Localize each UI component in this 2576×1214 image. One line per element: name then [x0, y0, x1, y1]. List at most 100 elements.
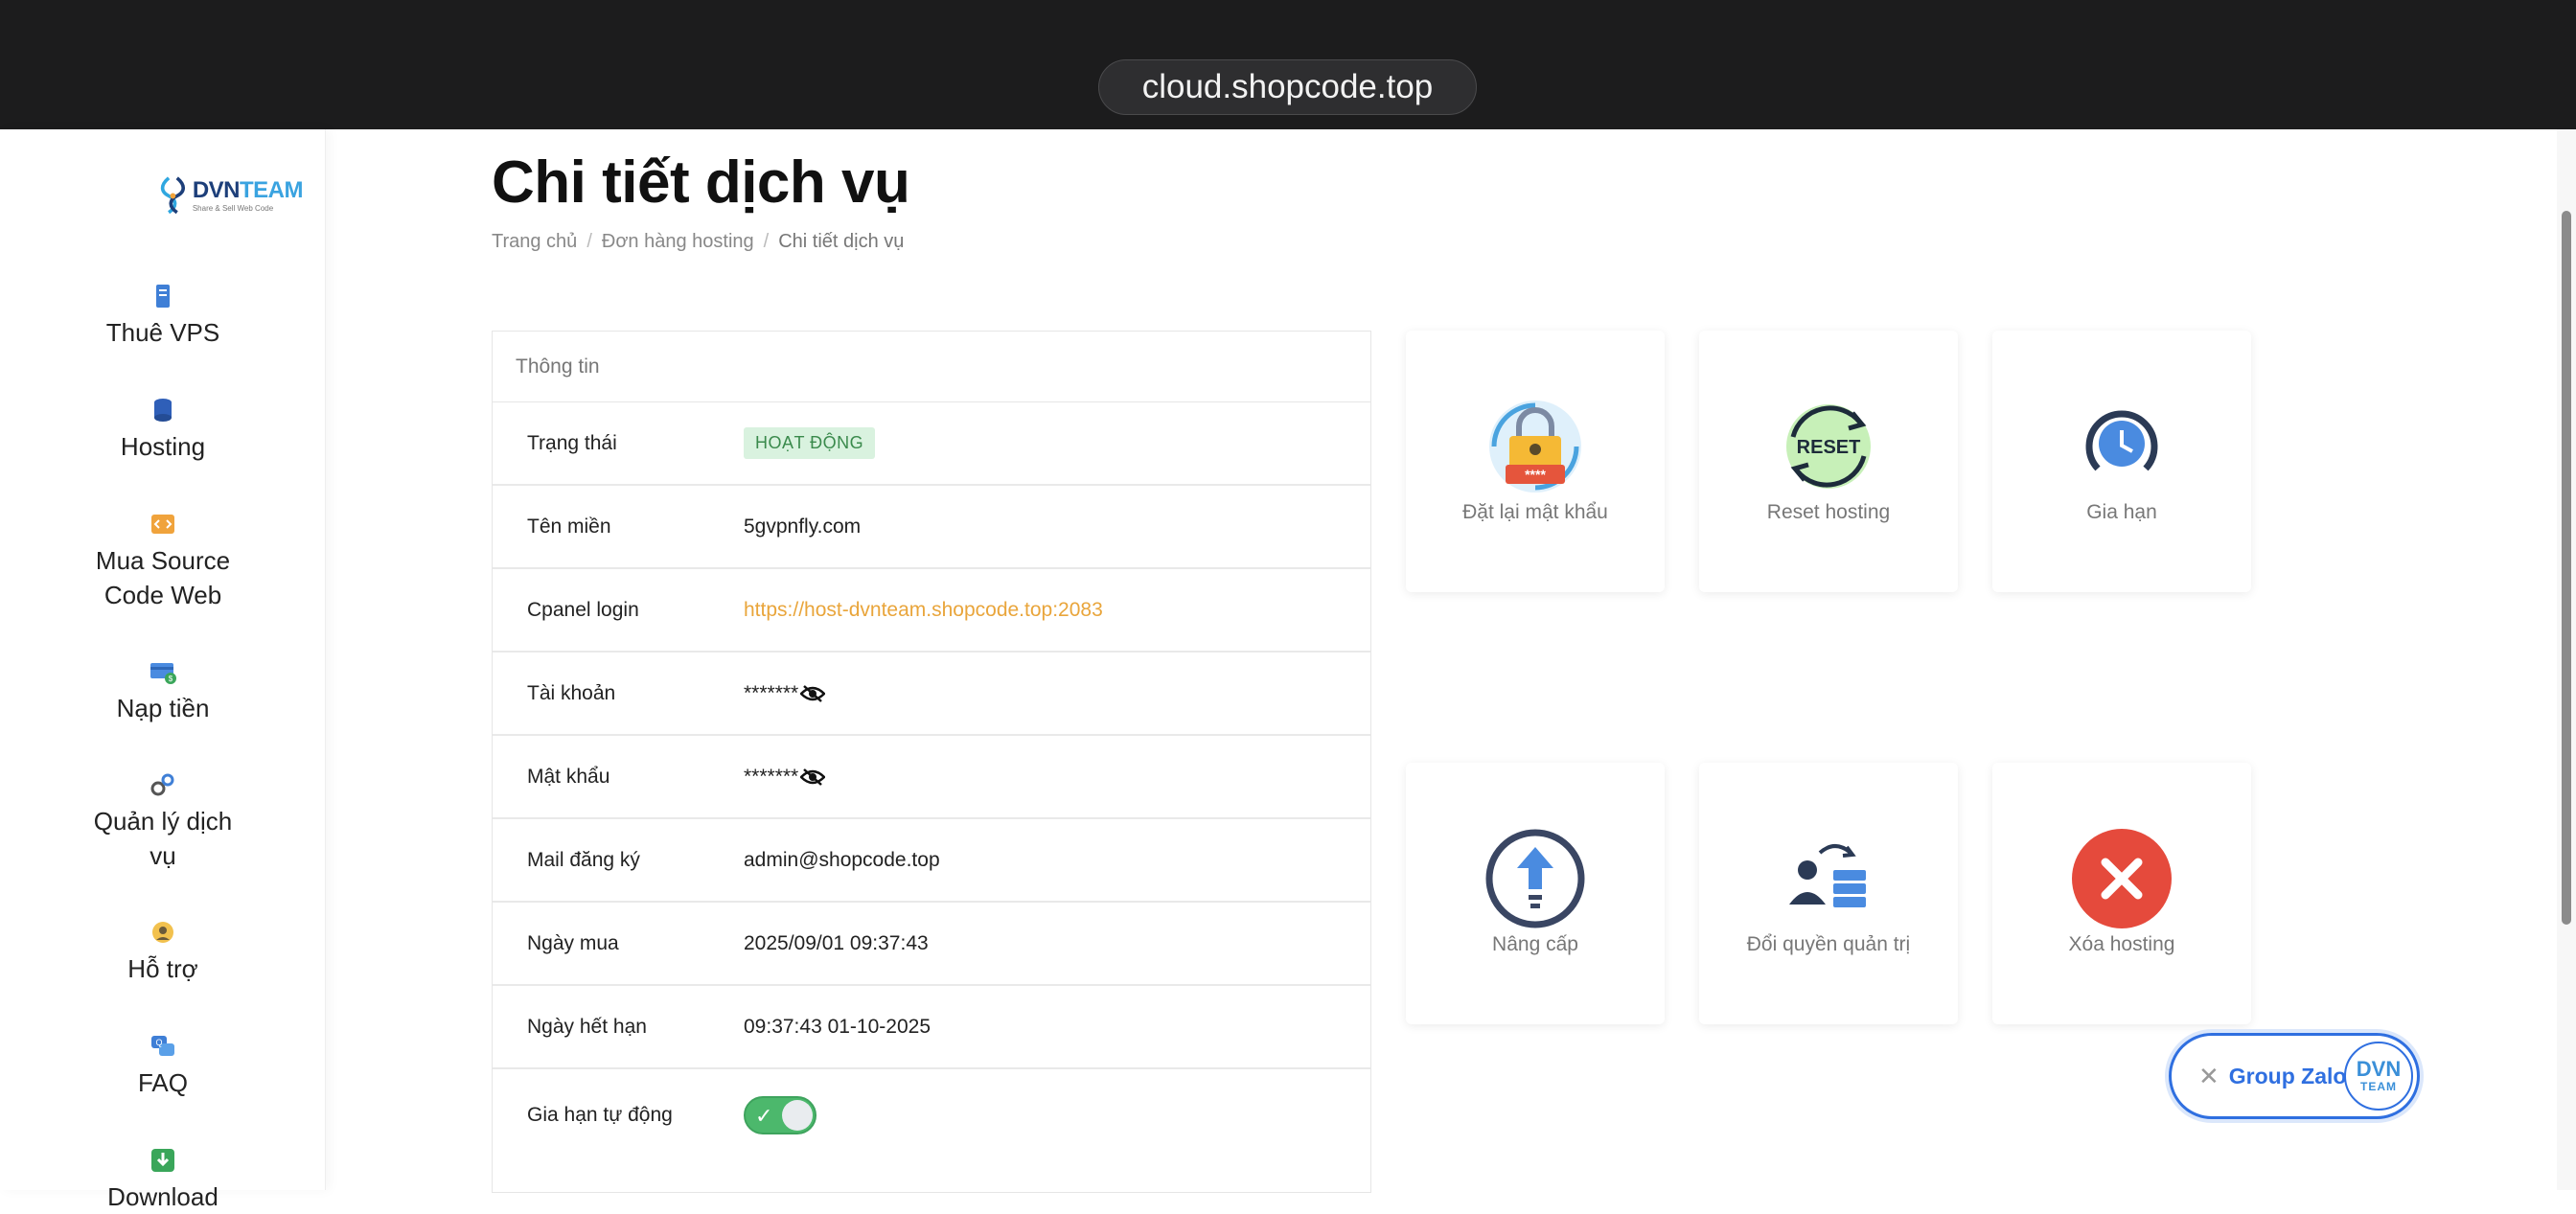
code-icon — [151, 515, 174, 534]
zalo-group-button[interactable]: ✕ Group Zalo DVN TEAM — [2169, 1033, 2420, 1119]
close-icon[interactable]: ✕ — [2198, 1062, 2220, 1091]
gears-icon — [150, 773, 174, 796]
sidebar-item-hosting[interactable]: Hosting — [0, 397, 326, 464]
delete-hosting-button[interactable]: Xóa hosting — [1992, 763, 2251, 1024]
upgrade-button[interactable]: Nâng cấp — [1406, 763, 1665, 1024]
auto-renew-toggle[interactable]: ✓ — [744, 1095, 816, 1134]
action-label: Đổi quyền quản trị — [1746, 933, 1911, 955]
info-row-cpanel: Cpanel login https://host-dvnteam.shopco… — [493, 569, 1370, 653]
toggle-knob — [782, 1099, 813, 1131]
page-scrollbar[interactable] — [2557, 129, 2576, 1190]
info-row-purchase-date: Ngày mua 2025/09/01 09:37:43 — [493, 903, 1370, 986]
sidebar-item-download[interactable]: Download — [0, 1147, 326, 1214]
email-value: admin@shopcode.top — [744, 848, 940, 871]
download-icon — [151, 1149, 174, 1172]
expiry-date-value: 09:37:43 01-10-2025 — [744, 1015, 931, 1038]
eye-slash-icon[interactable] — [800, 684, 826, 702]
sidebar-item-label: Download — [107, 1182, 218, 1211]
faq-icon: Q — [151, 1036, 174, 1056]
action-label: Đặt lại mật khẩu — [1462, 501, 1608, 523]
sidebar-item-label: Thuê VPS — [105, 318, 220, 347]
browser-top-bar: cloud.shopcode.top — [0, 0, 2576, 129]
info-row-expiry-date: Ngày hết hạn 09:37:43 01-10-2025 — [493, 986, 1370, 1069]
page-title: Chi tiết dịch vụ — [492, 149, 910, 216]
breadcrumb-current: Chi tiết dịch vụ — [778, 231, 905, 252]
info-label: Gia hạn tự động — [527, 1103, 673, 1126]
breadcrumb-separator: / — [586, 231, 592, 252]
action-label: Xóa hosting — [2068, 933, 2175, 955]
logo[interactable]: DVNTEAM Share & Sell Web Code — [159, 166, 304, 223]
info-label: Tài khoản — [527, 681, 616, 704]
purchase-date-value: 2025/09/01 09:37:43 — [744, 931, 929, 954]
info-label: Ngày hết hạn — [527, 1015, 647, 1038]
sidebar: DVNTEAM Share & Sell Web Code Thuê VPS H… — [0, 129, 326, 1211]
info-card-header: Thông tin — [493, 332, 1370, 402]
info-label: Tên miền — [527, 515, 611, 538]
reset-password-button[interactable]: **** Đặt lại mật khẩu — [1406, 331, 1665, 592]
sidebar-item-label: Mua Source Code Web — [95, 546, 231, 609]
scrollbar-thumb[interactable] — [2562, 211, 2571, 925]
svg-text:Q: Q — [155, 1038, 162, 1047]
wallet-icon: $ — [150, 663, 176, 684]
main-content: Chi tiết dịch vụ Trang chủ / Đơn hàng ho… — [326, 129, 2557, 1193]
logo-title: DVNTEAM — [192, 176, 304, 203]
info-label: Cpanel login — [527, 598, 639, 621]
breadcrumb-separator: / — [763, 231, 770, 252]
info-label: Trạng thái — [527, 431, 617, 454]
breadcrumb-home[interactable]: Trang chủ — [492, 231, 577, 253]
sidebar-item-vps[interactable]: Thuê VPS — [0, 283, 326, 350]
lock-reset-icon: **** — [1489, 401, 1581, 492]
sidebar-item-support[interactable]: Hỗ trợ — [0, 919, 326, 986]
reset-hosting-button[interactable]: RESET Reset hosting — [1699, 331, 1958, 592]
renew-button[interactable]: Gia hạn — [1992, 331, 2251, 592]
svg-text:RESET: RESET — [1797, 437, 1861, 458]
info-row-status: Trạng thái HOẠT ĐỘNG — [493, 402, 1370, 486]
logo-mark-icon — [160, 176, 186, 215]
avatar-text-bottom: TEAM — [2360, 1080, 2397, 1093]
info-row-auto-renew: Gia hạn tự động ✓ — [493, 1069, 1370, 1160]
info-label: Mail đăng ký — [527, 848, 640, 871]
info-row-domain: Tên miền 5gvpnfly.com — [493, 486, 1370, 569]
sidebar-item-label: Hỗ trợ — [127, 954, 198, 983]
address-bar[interactable]: cloud.shopcode.top — [1098, 59, 1477, 115]
avatar: DVN TEAM — [2344, 1042, 2413, 1111]
sidebar-item-faq[interactable]: Q FAQ — [0, 1033, 326, 1100]
service-info-card: Thông tin Trạng thái HOẠT ĐỘNG Tên miền … — [492, 331, 1371, 1193]
info-label: Mật khẩu — [527, 765, 610, 788]
sidebar-item-label: Hosting — [120, 432, 206, 461]
sidebar-item-deposit[interactable]: $ Nạp tiền — [0, 658, 326, 725]
sidebar-item-source-code[interactable]: Mua Source Code Web — [0, 511, 326, 612]
sidebar-item-label: FAQ — [137, 1068, 188, 1097]
info-label: Ngày mua — [527, 931, 619, 954]
database-icon — [154, 399, 172, 422]
server-icon — [156, 285, 170, 308]
svg-text:****: **** — [1525, 467, 1546, 482]
delete-icon — [2072, 829, 2172, 928]
action-label: Nâng cấp — [1492, 933, 1578, 955]
clock-renew-icon — [2085, 410, 2158, 471]
reset-icon: RESET — [1786, 404, 1871, 489]
logo-tagline: Share & Sell Web Code — [192, 203, 274, 213]
upgrade-icon — [1485, 829, 1585, 928]
sidebar-item-label: Nạp tiền — [116, 694, 210, 722]
check-icon: ✓ — [755, 1103, 773, 1128]
action-label: Gia hạn — [2086, 501, 2157, 523]
domain-value: 5gvpnfly.com — [744, 515, 862, 538]
support-icon — [152, 922, 173, 943]
breadcrumb-hosting-orders[interactable]: Đơn hàng hosting — [602, 231, 754, 253]
zalo-label: Group Zalo — [2228, 1063, 2347, 1088]
action-label: Reset hosting — [1766, 501, 1891, 523]
breadcrumb: Trang chủ / Đơn hàng hosting / Chi tiết … — [492, 231, 904, 253]
status-badge: HOẠT ĐỘNG — [744, 427, 876, 459]
avatar-text-top: DVN — [2356, 1057, 2402, 1081]
eye-slash-icon[interactable] — [800, 767, 826, 786]
cpanel-login-link[interactable]: https://host-dvnteam.shopcode.top:2083 — [744, 599, 1103, 622]
info-row-email: Mail đăng ký admin@shopcode.top — [493, 819, 1370, 903]
admin-transfer-icon — [1789, 844, 1866, 907]
svg-text:$: $ — [169, 675, 173, 683]
sidebar-item-label: Quản lý dịch vụ — [93, 807, 233, 870]
sidebar-item-service-management[interactable]: Quản lý dịch vụ — [0, 771, 326, 873]
change-admin-button[interactable]: Đổi quyền quản trị — [1699, 763, 1958, 1024]
info-row-password: Mật khẩu ******* — [493, 736, 1370, 819]
account-value: ******* — [744, 681, 799, 704]
